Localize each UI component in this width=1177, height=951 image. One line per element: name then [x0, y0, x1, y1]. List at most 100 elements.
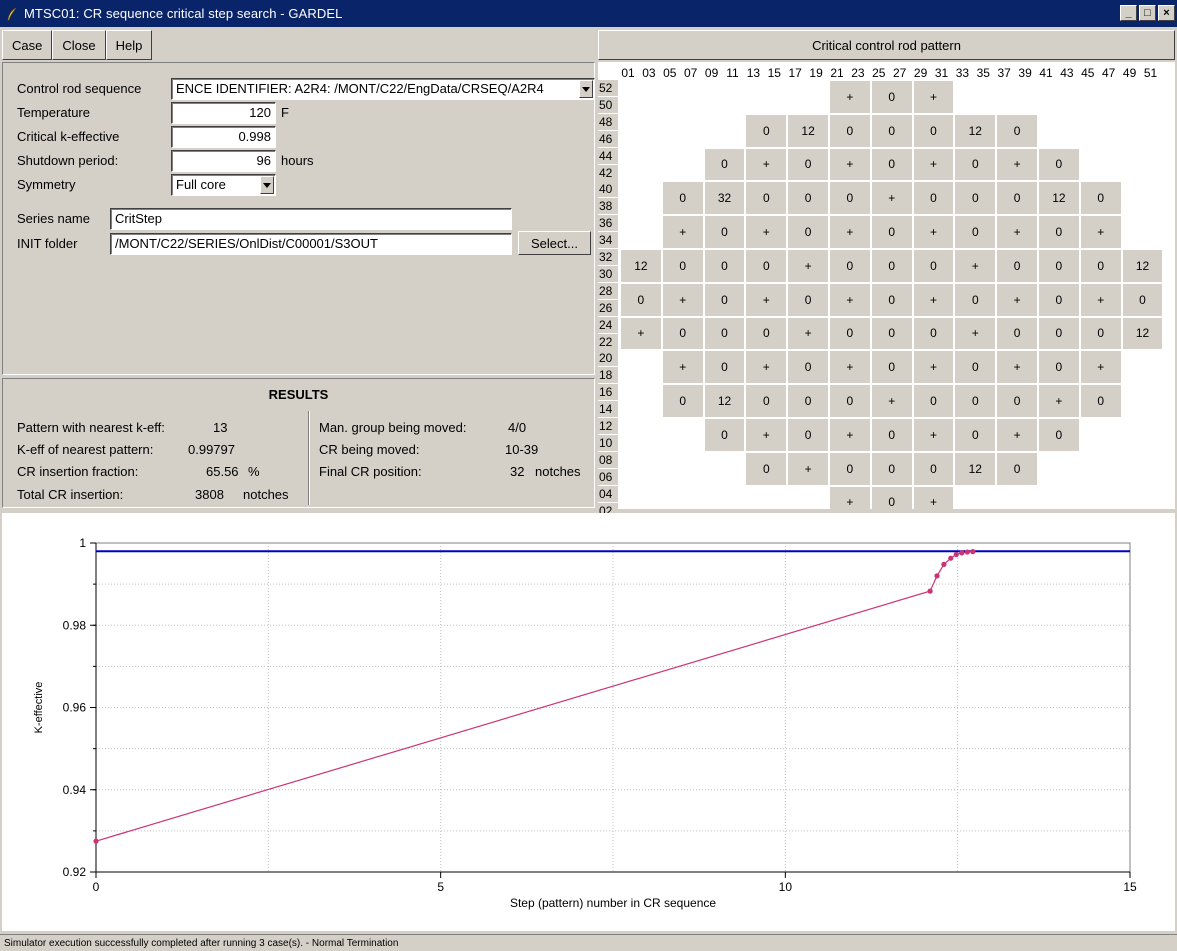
core-cell[interactable]: 0	[997, 182, 1037, 215]
core-cell[interactable]: 12	[1122, 317, 1163, 350]
symmetry-combo[interactable]: Full core	[171, 174, 276, 196]
core-cell[interactable]: +	[746, 148, 787, 181]
core-cell[interactable]: 0	[830, 182, 870, 215]
core-cell[interactable]: +	[662, 216, 703, 248]
core-cell[interactable]: 0	[704, 351, 745, 384]
sequence-combo[interactable]: ENCE IDENTIFIER: A2R4: /MONT/C22/EngData…	[171, 78, 595, 100]
core-cell[interactable]: +	[997, 216, 1037, 248]
core-cell[interactable]: 0	[1080, 182, 1121, 215]
core-cell[interactable]: +	[830, 81, 870, 113]
core-cell[interactable]: 0	[871, 114, 912, 147]
core-cell[interactable]: +	[997, 419, 1037, 451]
core-cell[interactable]: +	[830, 351, 870, 384]
core-cell[interactable]: 0	[1039, 283, 1079, 316]
core-cell[interactable]: 0	[746, 385, 787, 417]
core-cell[interactable]: 0	[704, 216, 745, 248]
core-cell[interactable]: +	[662, 351, 703, 384]
core-cell[interactable]: +	[662, 283, 703, 316]
core-cell[interactable]: 0	[704, 419, 745, 451]
core-cell[interactable]: 0	[662, 250, 703, 282]
core-cell[interactable]: 0	[788, 419, 828, 451]
core-cell[interactable]: 0	[662, 182, 703, 215]
core-cell[interactable]: +	[913, 216, 954, 248]
core-cell[interactable]: 0	[997, 250, 1037, 282]
core-cell[interactable]: 0	[788, 283, 828, 316]
series-input[interactable]: CritStep	[110, 208, 512, 230]
core-cell[interactable]: +	[1080, 216, 1121, 248]
core-cell[interactable]: +	[1080, 283, 1121, 316]
core-cell[interactable]: 0	[746, 250, 787, 282]
core-cell[interactable]: +	[871, 182, 912, 215]
core-cell[interactable]: 12	[704, 385, 745, 417]
core-cell[interactable]: +	[788, 452, 828, 485]
core-cell[interactable]: 0	[913, 317, 954, 350]
core-cell[interactable]: +	[788, 250, 828, 282]
core-cell[interactable]: +	[913, 351, 954, 384]
core-cell[interactable]: 12	[621, 250, 661, 282]
core-cell[interactable]: 0	[913, 182, 954, 215]
shutdown-input[interactable]: 96	[171, 150, 276, 172]
core-cell[interactable]: +	[955, 317, 996, 350]
core-cell[interactable]: 0	[621, 283, 661, 316]
core-cell[interactable]: +	[913, 148, 954, 181]
core-cell[interactable]: 0	[1039, 419, 1079, 451]
core-cell[interactable]: 12	[1122, 250, 1163, 282]
core-cell[interactable]: 0	[788, 182, 828, 215]
core-cell[interactable]: 0	[997, 317, 1037, 350]
core-cell[interactable]: 0	[913, 452, 954, 485]
core-cell[interactable]: 0	[913, 385, 954, 417]
core-cell[interactable]: +	[913, 283, 954, 316]
core-cell[interactable]: 0	[1039, 148, 1079, 181]
core-cell[interactable]: 0	[1039, 216, 1079, 248]
core-cell[interactable]: +	[913, 419, 954, 451]
core-cell[interactable]: +	[830, 419, 870, 451]
core-cell[interactable]: +	[746, 216, 787, 248]
core-cell[interactable]: 0	[955, 283, 996, 316]
core-cell[interactable]: 0	[704, 250, 745, 282]
core-cell[interactable]: 12	[955, 114, 996, 147]
core-cell[interactable]: 0	[704, 283, 745, 316]
core-cell[interactable]: +	[1039, 385, 1079, 417]
core-cell[interactable]: 0	[997, 385, 1037, 417]
help-menu-button[interactable]: Help	[105, 30, 153, 60]
core-cell[interactable]: 0	[830, 317, 870, 350]
core-cell[interactable]: 0	[871, 317, 912, 350]
core-cell[interactable]: +	[1080, 351, 1121, 384]
core-cell[interactable]: 0	[871, 419, 912, 451]
core-cell[interactable]: +	[830, 216, 870, 248]
core-cell[interactable]: 0	[955, 216, 996, 248]
core-cell[interactable]: 0	[788, 351, 828, 384]
core-cell[interactable]: +	[871, 385, 912, 417]
core-cell[interactable]: +	[997, 283, 1037, 316]
core-cell[interactable]: 0	[997, 114, 1037, 147]
core-cell[interactable]: 0	[662, 317, 703, 350]
core-cell[interactable]: 0	[1039, 250, 1079, 282]
core-cell[interactable]: +	[913, 81, 954, 113]
core-cell[interactable]: 0	[788, 148, 828, 181]
init-input[interactable]: /MONT/C22/SERIES/OnlDist/C00001/S3OUT	[110, 233, 512, 255]
keff-input[interactable]: 0.998	[171, 126, 276, 148]
case-menu-button[interactable]: Case	[2, 30, 53, 60]
core-cell[interactable]: 0	[788, 385, 828, 417]
core-cell[interactable]: 0	[955, 182, 996, 215]
core-cell[interactable]: 0	[1080, 385, 1121, 417]
chevron-down-icon[interactable]	[579, 80, 593, 98]
core-cell[interactable]: 12	[955, 452, 996, 485]
core-cell[interactable]: +	[746, 351, 787, 384]
core-cell[interactable]: 0	[955, 419, 996, 451]
core-cell[interactable]: 0	[871, 283, 912, 316]
core-cell[interactable]: 0	[746, 182, 787, 215]
close-window-button[interactable]: ×	[1158, 5, 1175, 21]
core-cell[interactable]: 0	[830, 250, 870, 282]
core-cell[interactable]: +	[830, 283, 870, 316]
core-cell[interactable]: 0	[1039, 351, 1079, 384]
core-cell[interactable]: 0	[871, 216, 912, 248]
core-cell[interactable]: 0	[704, 148, 745, 181]
core-cell[interactable]: 0	[871, 351, 912, 384]
core-cell[interactable]: +	[997, 351, 1037, 384]
core-cell[interactable]: 0	[746, 317, 787, 350]
core-cell[interactable]: 0	[662, 385, 703, 417]
core-cell[interactable]: +	[830, 148, 870, 181]
core-cell[interactable]: 0	[871, 452, 912, 485]
core-cell[interactable]: 0	[955, 148, 996, 181]
